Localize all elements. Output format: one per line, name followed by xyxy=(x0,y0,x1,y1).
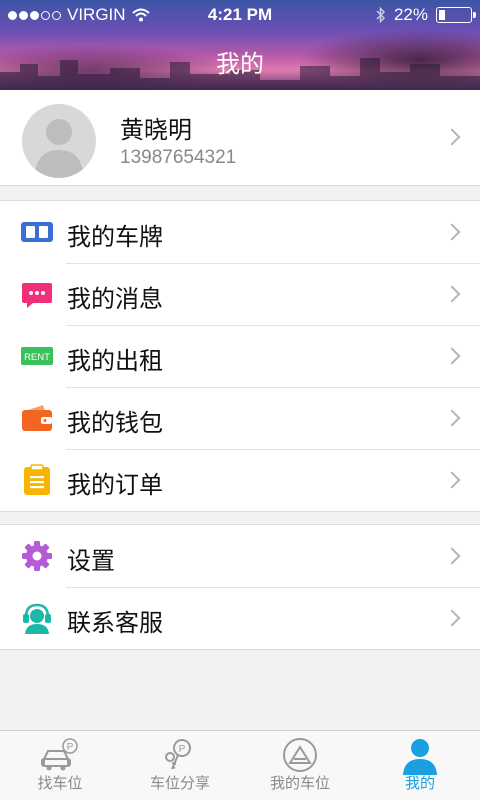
menu-item-messages[interactable]: 我的消息 xyxy=(0,263,480,325)
menu-item-settings[interactable]: 设置 xyxy=(0,525,480,587)
bottom-tab-bar: P 找车位 P 车位分享 我的车位 我的 xyxy=(0,730,480,800)
tab-label: 我的 xyxy=(404,774,435,792)
page-title: 我的 xyxy=(216,50,264,78)
support-icon xyxy=(23,603,51,634)
chevron-right-icon xyxy=(443,347,461,365)
menu-item-label: 我的车牌 xyxy=(67,223,163,251)
rent-badge-text: RENT xyxy=(24,352,50,363)
profile-name: 黄晓明 xyxy=(120,116,192,144)
chevron-right-icon xyxy=(443,547,461,565)
gear-icon xyxy=(22,541,52,571)
chevron-right-icon xyxy=(443,223,461,241)
tab-share-parking[interactable]: P 车位分享 xyxy=(120,731,240,800)
order-icon xyxy=(24,464,50,495)
tab-label: 我的车位 xyxy=(269,774,330,792)
svg-text:P: P xyxy=(179,744,186,755)
chevron-right-icon xyxy=(443,609,461,627)
profile-card[interactable]: 黄晓明 13987654321 xyxy=(0,90,480,186)
menu-item-label: 联系客服 xyxy=(67,609,163,637)
menu-item-label: 我的钱包 xyxy=(67,409,163,437)
chevron-right-icon xyxy=(443,409,461,427)
default-avatar-icon xyxy=(34,119,84,178)
plate-icon xyxy=(21,222,53,242)
bluetooth-icon xyxy=(376,6,386,23)
status-bar: VIRGIN 4:21 PM 22% xyxy=(0,0,480,30)
menu-group-primary: 我的车牌 我的消息 RENT 我的出租 我的钱包 我的订单 xyxy=(0,200,480,512)
menu-item-label: 我的消息 xyxy=(67,285,163,313)
menu-item-orders[interactable]: 我的订单 xyxy=(0,449,480,511)
profile-icon xyxy=(403,739,437,775)
tab-profile[interactable]: 我的 xyxy=(360,731,480,800)
battery-icon xyxy=(436,7,476,23)
header-banner: VIRGIN 4:21 PM 22% 我的 xyxy=(0,0,480,90)
wallet-icon xyxy=(22,405,52,431)
profile-phone: 13987654321 xyxy=(120,147,237,168)
share-parking-icon: P xyxy=(165,739,191,770)
tab-find-parking[interactable]: P 找车位 xyxy=(0,731,120,800)
tab-my-parking[interactable]: 我的车位 xyxy=(240,731,360,800)
svg-text:P: P xyxy=(67,742,74,753)
rent-icon: RENT xyxy=(21,347,53,365)
tab-label: 车位分享 xyxy=(149,774,210,792)
chevron-right-icon xyxy=(443,285,461,303)
message-icon xyxy=(22,283,52,308)
menu-item-rent[interactable]: RENT 我的出租 xyxy=(0,325,480,387)
menu-item-support[interactable]: 联系客服 xyxy=(0,587,480,649)
menu-item-label: 我的订单 xyxy=(67,471,163,499)
chevron-right-icon xyxy=(443,471,461,489)
chevron-right-icon xyxy=(443,128,461,146)
menu-group-secondary: 设置 联系客服 xyxy=(0,524,480,650)
avatar[interactable] xyxy=(22,104,96,178)
find-parking-icon: P xyxy=(41,738,78,771)
my-parking-icon xyxy=(283,738,317,772)
tab-label: 找车位 xyxy=(37,774,83,792)
menu-item-label: 我的出租 xyxy=(67,347,163,375)
battery-percent: 22% xyxy=(393,5,428,24)
menu-item-plates[interactable]: 我的车牌 xyxy=(0,201,480,263)
menu-item-label: 设置 xyxy=(67,547,115,575)
menu-item-wallet[interactable]: 我的钱包 xyxy=(0,387,480,449)
